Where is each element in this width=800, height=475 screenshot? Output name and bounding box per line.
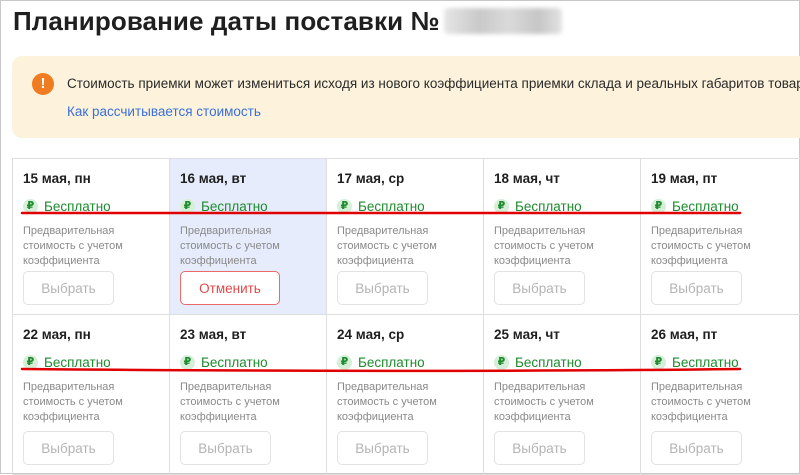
- price-label: Бесплатно: [201, 355, 268, 370]
- page-title: Планирование даты поставки №: [13, 6, 562, 37]
- day-date: 16 мая, вт: [180, 171, 247, 186]
- price-row: ₽ Бесплатно: [337, 199, 483, 214]
- price-row: ₽ Бесплатно: [494, 355, 640, 370]
- ruble-icon: ₽: [337, 355, 352, 370]
- cost-calculation-link[interactable]: Как рассчитывается стоимость: [67, 104, 261, 119]
- select-button[interactable]: Выбрать: [337, 271, 428, 305]
- price-note: Предварительная стоимость с учетом коэфф…: [23, 225, 123, 267]
- price-row: ₽ Бесплатно: [23, 199, 169, 214]
- day-date: 24 мая, ср: [337, 327, 405, 342]
- select-button[interactable]: Выбрать: [494, 431, 585, 465]
- price-note: Предварительная стоимость с учетом коэфф…: [494, 381, 594, 423]
- price-note: Предварительная стоимость с учетом коэфф…: [337, 381, 437, 423]
- price-label: Бесплатно: [358, 199, 425, 214]
- select-button[interactable]: Выбрать: [180, 431, 271, 465]
- price-label: Бесплатно: [358, 355, 425, 370]
- day-cell: 26 мая, пт ₽ Бесплатно Предварительная с…: [641, 315, 800, 475]
- select-button[interactable]: Выбрать: [337, 431, 428, 465]
- price-note: Предварительная стоимость с учетом коэфф…: [180, 381, 280, 423]
- ruble-icon: ₽: [494, 355, 509, 370]
- select-button[interactable]: Выбрать: [23, 271, 114, 305]
- ruble-icon: ₽: [180, 355, 195, 370]
- delivery-date-grid: 15 мая, пн ₽ Бесплатно Предварительная с…: [12, 158, 800, 475]
- select-button[interactable]: Выбрать: [651, 271, 742, 305]
- day-cell: 17 мая, ср ₽ Бесплатно Предварительная с…: [327, 159, 484, 315]
- select-button[interactable]: Выбрать: [494, 271, 585, 305]
- day-cell: 24 мая, ср ₽ Бесплатно Предварительная с…: [327, 315, 484, 475]
- ruble-icon: ₽: [23, 199, 38, 214]
- select-button[interactable]: Выбрать: [23, 431, 114, 465]
- price-note: Предварительная стоимость с учетом коэфф…: [337, 225, 437, 267]
- price-note: Предварительная стоимость с учетом коэфф…: [494, 225, 594, 267]
- price-label: Бесплатно: [515, 355, 582, 370]
- price-label: Бесплатно: [515, 199, 582, 214]
- day-cell: 19 мая, пт ₽ Бесплатно Предварительная с…: [641, 159, 800, 315]
- ruble-icon: ₽: [651, 355, 666, 370]
- notice-banner: ! Стоимость приемки может измениться исх…: [12, 56, 800, 138]
- price-label: Бесплатно: [44, 355, 111, 370]
- price-row: ₽ Бесплатно: [23, 355, 169, 370]
- day-date: 22 мая, пн: [23, 327, 91, 342]
- price-label: Бесплатно: [201, 199, 268, 214]
- day-cell: 22 мая, пн ₽ Бесплатно Предварительная с…: [13, 315, 170, 475]
- price-row: ₽ Бесплатно: [180, 199, 326, 214]
- select-button[interactable]: Выбрать: [651, 431, 742, 465]
- day-cell: 15 мая, пн ₽ Бесплатно Предварительная с…: [13, 159, 170, 315]
- ruble-icon: ₽: [337, 199, 352, 214]
- price-row: ₽ Бесплатно: [337, 355, 483, 370]
- cancel-button[interactable]: Отменить: [180, 271, 280, 305]
- price-label: Бесплатно: [44, 199, 111, 214]
- price-label: Бесплатно: [672, 199, 739, 214]
- day-date: 25 мая, чт: [494, 327, 560, 342]
- price-note: Предварительная стоимость с учетом коэфф…: [180, 225, 280, 267]
- ruble-icon: ₽: [23, 355, 38, 370]
- price-note: Предварительная стоимость с учетом коэфф…: [23, 381, 123, 423]
- day-cell-selected: 16 мая, вт ₽ Бесплатно Предварительная с…: [170, 159, 327, 315]
- ruble-icon: ₽: [494, 199, 509, 214]
- day-date: 23 мая, вт: [180, 327, 247, 342]
- day-cell: 18 мая, чт ₽ Бесплатно Предварительная с…: [484, 159, 641, 315]
- price-row: ₽ Бесплатно: [180, 355, 326, 370]
- day-date: 18 мая, чт: [494, 171, 560, 186]
- price-row: ₽ Бесплатно: [494, 199, 640, 214]
- ruble-icon: ₽: [180, 199, 195, 214]
- price-row: ₽ Бесплатно: [651, 199, 800, 214]
- price-label: Бесплатно: [672, 355, 739, 370]
- notice-text: Стоимость приемки может измениться исход…: [67, 76, 800, 91]
- price-note: Предварительная стоимость с учетом коэфф…: [651, 225, 751, 267]
- day-date: 19 мая, пт: [651, 171, 718, 186]
- price-row: ₽ Бесплатно: [651, 355, 800, 370]
- day-date: 17 мая, ср: [337, 171, 405, 186]
- ruble-icon: ₽: [651, 199, 666, 214]
- day-date: 15 мая, пн: [23, 171, 91, 186]
- redacted-supply-number: [443, 8, 562, 34]
- day-cell: 25 мая, чт ₽ Бесплатно Предварительная с…: [484, 315, 641, 475]
- page-title-text: Планирование даты поставки №: [13, 6, 440, 36]
- day-date: 26 мая, пт: [651, 327, 718, 342]
- day-cell: 23 мая, вт ₽ Бесплатно Предварительная с…: [170, 315, 327, 475]
- price-note: Предварительная стоимость с учетом коэфф…: [651, 381, 751, 423]
- exclamation-icon: !: [32, 73, 54, 95]
